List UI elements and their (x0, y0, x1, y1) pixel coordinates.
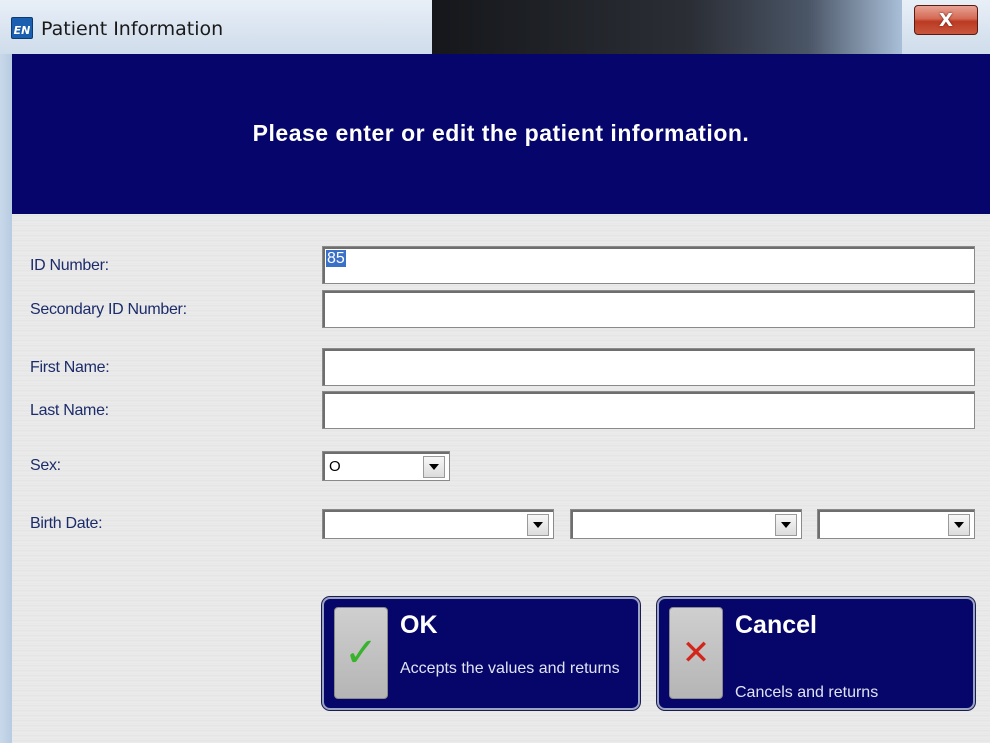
patient-information-window: EN Patient Information X Please enter or… (0, 0, 990, 743)
chevron-down-icon[interactable] (423, 456, 445, 478)
header-message: Please enter or edit the patient informa… (252, 120, 750, 146)
cancel-button-description: Cancels and returns (735, 684, 879, 701)
id-number-label: ID Number: (30, 257, 109, 274)
sex-dropdown[interactable]: O (322, 451, 450, 481)
dialog-body: Please enter or edit the patient informa… (12, 54, 990, 743)
secondary-id-label: Secondary ID Number: (30, 301, 187, 318)
sex-label: Sex: (30, 457, 61, 474)
chevron-down-icon[interactable] (775, 514, 797, 536)
first-name-label: First Name: (30, 359, 110, 376)
secondary-id-field[interactable] (322, 290, 975, 328)
window-title: Patient Information (41, 18, 224, 40)
chevron-down-icon[interactable] (948, 514, 970, 536)
sex-value: O (329, 458, 341, 475)
close-button[interactable]: X (914, 5, 978, 35)
ok-button-title: OK (400, 611, 438, 639)
id-number-field[interactable]: 85 (322, 246, 975, 284)
birth-date-day-dropdown[interactable] (322, 509, 554, 539)
birth-date-label: Birth Date: (30, 515, 103, 532)
close-icon: X (939, 9, 953, 31)
birth-date-year-dropdown[interactable] (817, 509, 975, 539)
last-name-label: Last Name: (30, 402, 109, 419)
ok-button-description: Accepts the values and returns (400, 660, 620, 677)
checkmark-icon: ✓ (334, 607, 388, 699)
en-logo-icon: EN (11, 17, 33, 39)
first-name-field[interactable] (322, 348, 975, 386)
title-bar-shading (432, 0, 902, 54)
cross-icon: ✕ (669, 607, 723, 699)
cancel-button[interactable]: ✕ Cancel Cancels and returns (657, 597, 975, 710)
ok-button[interactable]: ✓ OK Accepts the values and returns (322, 597, 640, 710)
title-bar[interactable]: EN Patient Information X (0, 0, 990, 54)
id-number-value: 85 (326, 250, 346, 267)
cancel-button-title: Cancel (735, 611, 817, 639)
chevron-down-icon[interactable] (527, 514, 549, 536)
header-banner: Please enter or edit the patient informa… (12, 54, 990, 214)
last-name-field[interactable] (322, 391, 975, 429)
birth-date-month-dropdown[interactable] (570, 509, 802, 539)
window-left-border (0, 54, 12, 743)
